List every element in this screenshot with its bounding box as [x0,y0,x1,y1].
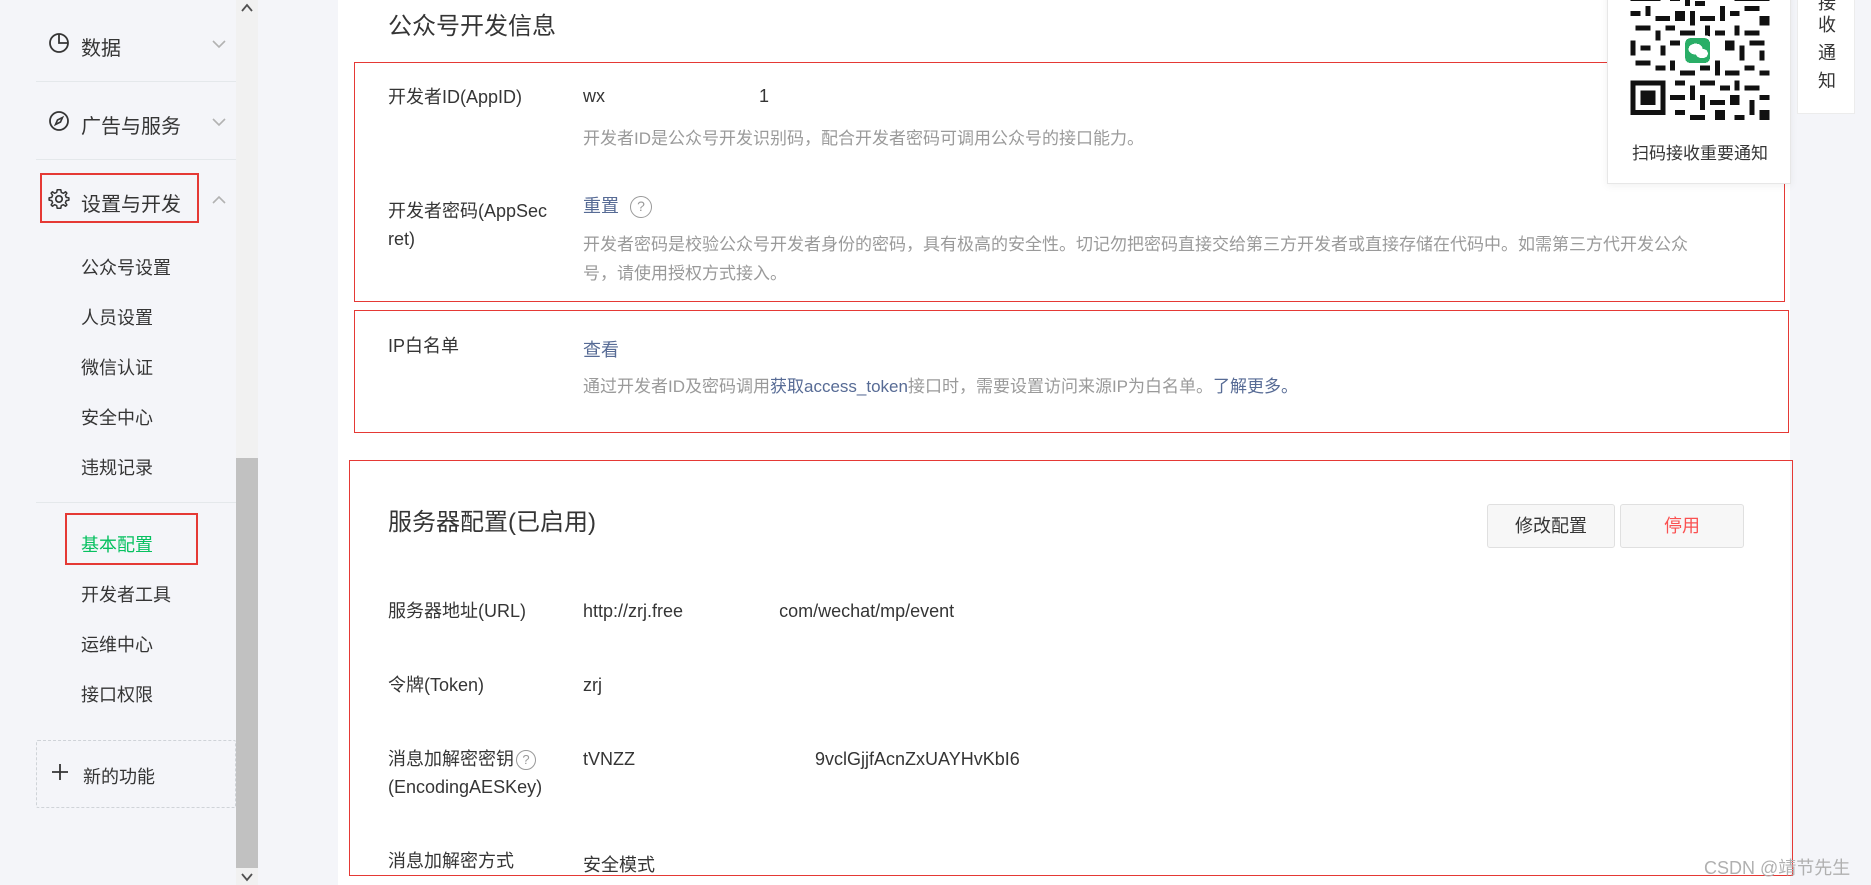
scroll-down-arrow-icon[interactable] [241,872,253,882]
sidebar-group-label: 广告与服务 [81,116,181,138]
sidebar: 数据 广告与服务 设置与开发 公众号设置 人员设置 微信认证 安全中心 违规记录… [0,0,236,885]
new-feature-label: 新的功能 [83,767,155,787]
scroll-up-arrow-icon[interactable] [241,3,253,13]
sidebar-item-wechat-verify[interactable]: 微信认证 [81,354,153,380]
sidebar-group-ads[interactable]: 广告与服务 [36,82,236,160]
secret-reset-link[interactable]: 重置 [583,196,619,216]
sidebar-item-account-settings[interactable]: 公众号设置 [81,254,171,280]
appid-value-prefix: wx [583,86,605,106]
watermark: CSDN @靖节先生 [1704,858,1851,878]
qr-caption: 扫码接收重要通知 [1632,144,1768,163]
token-value: zrj [583,675,602,695]
sidebar-item-staff-settings[interactable]: 人员设置 [81,304,153,330]
appid-label: 开发者ID(AppID) [388,87,523,107]
server-url-part: com/wechat/mp/event [779,601,955,621]
sidebar-item-security[interactable]: 安全中心 [81,404,153,430]
plus-icon [52,764,68,780]
aes-key-part: 9vclGjjfAcnZxUAYHvKbI6 [815,749,1020,769]
sidebar-item-violations[interactable]: 违规记录 [81,454,153,480]
secret-description-line2: 号，请使用授权方式接入。 [583,264,787,283]
learn-more-link[interactable]: 了解更多。 [1213,377,1298,396]
edit-config-button[interactable]: 修改配置 [1487,504,1615,548]
appid-value: wx 1 [583,86,769,107]
encryption-mode-label: 消息加解密方式 [388,851,514,871]
access-token-link[interactable]: 获取access_token [770,377,908,396]
server-config-title: 服务器配置(已启用) [388,509,596,536]
ip-desc-text: 接口时，需要设置访问来源IP为白名单。 [907,377,1214,396]
aes-key-label-line1: 消息加解密密钥? [388,746,536,773]
qr-code-icon [1630,0,1770,125]
highlight-settings-group [40,173,199,223]
server-url-label: 服务器地址(URL) [388,601,526,621]
sidebar-item-api-permissions[interactable]: 接口权限 [81,681,153,707]
highlight-dev-credentials [354,62,1785,302]
server-url-part: http://zrj.free [583,601,684,621]
disable-button[interactable]: 停用 [1620,504,1744,548]
chart-pie-icon [49,33,69,53]
appid-description: 开发者ID是公众号开发识别码，配合开发者密码可调用公众号的接口能力。 [583,129,1144,148]
sidebar-item-ops-center[interactable]: 运维中心 [81,631,153,657]
ip-whitelist-view-link[interactable]: 查看 [583,336,619,362]
server-url-value: http://zrj.free com/wechat/mp/event [583,601,954,622]
secret-label-line1: 开发者密码(AppSec [388,201,548,221]
notice-tab-char: 收 [1818,15,1836,35]
help-icon[interactable]: ? [516,750,536,771]
notice-tab-char: 通 [1818,43,1836,63]
token-label: 令牌(Token) [388,675,485,695]
appid-value-suffix: 1 [759,86,770,106]
aes-key-part: tVNZZ [583,749,635,769]
sidebar-item-dev-tools[interactable]: 开发者工具 [81,581,171,607]
aes-key-label-line2: (EncodingAESKey) [388,777,543,797]
receive-notice-tab[interactable]: 接 收 通 知 [1797,0,1855,114]
qr-notice-panel: 扫码接收重要通知 [1607,0,1791,184]
aes-key-label-text: 消息加解密密钥 [388,749,514,769]
help-icon[interactable]: ? [630,196,653,219]
new-feature-button[interactable]: 新的功能 [36,740,236,808]
compass-icon [49,111,69,131]
highlight-basic-config [65,513,198,565]
chevron-down-icon [212,118,226,127]
notice-tab-char: 知 [1818,71,1836,91]
aes-key-value: tVNZZ 9vclGjjfAcnZxUAYHvKbI6 [583,749,1020,770]
dev-info-title: 公众号开发信息 [388,13,556,40]
ip-whitelist-description: 通过开发者ID及密码调用获取access_token接口时，需要设置访问来源IP… [583,372,1298,401]
encryption-mode-value: 安全模式 [583,855,655,875]
sidebar-scrollbar-thumb[interactable] [236,458,258,868]
sidebar-group-data[interactable]: 数据 [36,4,236,82]
chevron-up-icon [212,195,226,204]
secret-actions: 重置 ? [583,192,653,219]
ip-whitelist-label: IP白名单 [388,336,460,356]
ip-desc-text: 通过开发者ID及密码调用 [583,377,770,396]
secret-label-line2: ret) [388,229,415,249]
secret-description-line1: 开发者密码是校验公众号开发者身份的密码，具有极高的安全性。切记勿把密码直接交给第… [583,235,1688,254]
sidebar-group-label: 数据 [81,38,121,60]
sidebar-divider [36,502,236,503]
chevron-down-icon [212,40,226,49]
